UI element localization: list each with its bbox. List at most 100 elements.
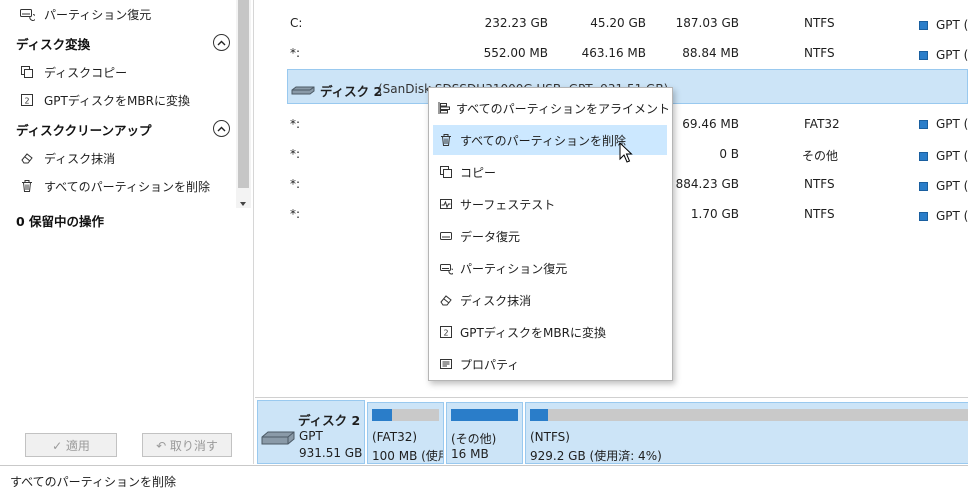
partition-filesystem: NTFS bbox=[804, 46, 835, 60]
partition-used: 463.16 MB bbox=[581, 46, 646, 60]
partition-filesystem: NTFS bbox=[804, 207, 835, 221]
apply-button[interactable]: ✓ 適用 bbox=[25, 433, 117, 457]
svg-text:2: 2 bbox=[25, 97, 30, 106]
partition-capacity: 232.23 GB bbox=[484, 16, 548, 30]
menu-item-align-all-partitions[interactable]: すべてのパーティションをアライメント bbox=[433, 93, 670, 123]
sidebar-item-delete-all-partitions[interactable]: すべてのパーティションを削除 bbox=[18, 175, 210, 197]
partition-used: 45.20 GB bbox=[590, 16, 646, 30]
menu-item-label: データ復元 bbox=[460, 229, 521, 244]
partition-type: GPT (復元 bbox=[919, 207, 968, 224]
eraser-icon bbox=[437, 291, 455, 309]
usage-bar bbox=[372, 409, 439, 421]
partition-type: GPT (予約 bbox=[919, 147, 968, 164]
chevron-up-circle-icon[interactable] bbox=[213, 120, 230, 137]
copy-icon bbox=[18, 63, 36, 81]
pending-operations: 0 保留中の操作 bbox=[16, 213, 105, 229]
partition-type: GPT (デー bbox=[919, 177, 968, 194]
convert-disk-icon: 2 bbox=[437, 323, 455, 341]
partition-type: GPT (復元 bbox=[919, 46, 968, 63]
group-disk-convert-title: ディスク変換 bbox=[16, 36, 91, 52]
convert-disk-icon: 2 bbox=[18, 91, 36, 109]
group-disk-cleanup-title: ディスククリーンアップ bbox=[16, 122, 152, 138]
partition-color-icon bbox=[919, 21, 928, 30]
partition-color-icon bbox=[919, 120, 928, 129]
menu-item-gpt-to-mbr[interactable]: 2 GPTディスクをMBRに変換 bbox=[433, 317, 667, 347]
sidebar-item-disk-wipe[interactable]: ディスク抹消 bbox=[18, 147, 115, 169]
partition-free: 1.70 GB bbox=[690, 207, 739, 221]
partition-filesystem: その他 bbox=[802, 149, 839, 163]
sidebar-item-label: GPTディスクをMBRに変換 bbox=[44, 93, 190, 108]
disk-map-partition[interactable]: (その他) 16 MB bbox=[446, 402, 523, 464]
disk-map-disk-tile[interactable]: ディスク 2 GPT 931.51 GB bbox=[257, 400, 365, 464]
partition-size: 16 MB bbox=[451, 447, 489, 461]
partition-free: 0 B bbox=[719, 147, 739, 161]
partition-color-icon bbox=[919, 152, 928, 161]
disk-map-disk-size: 931.51 GB bbox=[299, 446, 363, 460]
undo-button[interactable]: ↶ 取り消す bbox=[142, 433, 232, 457]
partition-color-icon bbox=[919, 212, 928, 221]
disk-drive-icon bbox=[261, 431, 295, 448]
surface-test-icon bbox=[437, 195, 455, 213]
partition-filesystem: (FAT32) bbox=[372, 430, 418, 444]
menu-item-label: プロパティ bbox=[460, 357, 520, 372]
trash-icon bbox=[437, 131, 455, 149]
partition-recovery-icon bbox=[18, 5, 36, 23]
menu-item-surface-test[interactable]: サーフェステスト bbox=[433, 189, 667, 219]
menu-item-label: コピー bbox=[460, 165, 497, 180]
menu-item-label: GPTディスクをMBRに変換 bbox=[460, 325, 606, 340]
chevron-up-circle-icon[interactable] bbox=[213, 34, 230, 51]
sidebar-item-label: ディスク抹消 bbox=[44, 151, 116, 166]
partition-free: 187.03 GB bbox=[675, 16, 739, 30]
partition-name: *: bbox=[290, 147, 301, 161]
partition-filesystem: FAT32 bbox=[804, 117, 840, 131]
disk-map-partition[interactable]: (NTFS) 929.2 GB (使用済: 4%) bbox=[525, 402, 968, 464]
disk-map: ディスク 2 GPT 931.51 GB (FAT32) 100 MB (使用 … bbox=[255, 397, 968, 465]
menu-item-partition-recovery[interactable]: パーティション復元 bbox=[433, 253, 667, 283]
menu-item-label: パーティション復元 bbox=[460, 261, 568, 276]
table-row[interactable]: C: 232.23 GB 45.20 GB 187.03 GB NTFS GPT… bbox=[255, 8, 968, 38]
scrollbar-thumb[interactable] bbox=[238, 0, 249, 188]
menu-item-data-recovery[interactable]: データ復元 bbox=[433, 221, 667, 251]
sidebar-item-partition-recovery[interactable]: パーティション復元 bbox=[18, 3, 151, 25]
status-bar: すべてのパーティションを削除 bbox=[0, 465, 968, 493]
partition-type: GPT (EFI bbox=[919, 117, 968, 131]
menu-item-label: すべてのパーティションを削除 bbox=[460, 133, 626, 148]
copy-icon bbox=[437, 163, 455, 181]
disk-map-partition[interactable]: (FAT32) 100 MB (使用 bbox=[367, 402, 444, 464]
usage-bar bbox=[530, 409, 968, 421]
partition-free: 884.23 GB bbox=[675, 177, 739, 191]
trash-icon bbox=[18, 177, 36, 195]
partition-color-icon bbox=[919, 51, 928, 60]
table-row[interactable]: *: 552.00 MB 463.16 MB 88.84 MB NTFS GPT… bbox=[255, 38, 968, 68]
menu-item-label: サーフェステスト bbox=[460, 197, 556, 212]
properties-icon bbox=[437, 355, 455, 373]
disk-map-disk-name: ディスク 2 bbox=[298, 413, 361, 428]
usage-bar bbox=[451, 409, 518, 421]
partition-size: 100 MB (使用 bbox=[372, 449, 444, 463]
sidebar-item-disk-copy[interactable]: ディスクコピー bbox=[18, 61, 127, 83]
partition-size: 929.2 GB (使用済: 4%) bbox=[530, 449, 662, 463]
mouse-cursor-icon bbox=[619, 141, 633, 167]
partition-filesystem: (NTFS) bbox=[530, 430, 570, 444]
eraser-icon bbox=[18, 149, 36, 167]
sidebar-item-gpt-to-mbr[interactable]: 2 GPTディスクをMBRに変換 bbox=[18, 89, 190, 111]
disk-label: ディスク 2 bbox=[320, 84, 383, 99]
sidebar-item-label: パーティション復元 bbox=[44, 7, 152, 22]
data-recovery-icon bbox=[437, 227, 455, 245]
menu-item-properties[interactable]: プロパティ bbox=[433, 349, 667, 379]
partition-name: C: bbox=[290, 16, 303, 30]
menu-item-disk-wipe[interactable]: ディスク抹消 bbox=[433, 285, 667, 315]
usage-bar-fill bbox=[372, 409, 393, 421]
menu-item-label: すべてのパーティションをアライメント bbox=[456, 101, 670, 116]
sidebar-item-label: すべてのパーティションを削除 bbox=[44, 179, 210, 194]
context-menu: すべてのパーティションをアライメント すべてのパーティションを削除 コピー サー… bbox=[428, 87, 673, 381]
disk-map-disk-type: GPT bbox=[299, 429, 323, 443]
usage-bar-fill bbox=[530, 409, 548, 421]
partition-name: *: bbox=[290, 46, 301, 60]
scroll-down-arrow-icon[interactable] bbox=[240, 202, 246, 206]
partition-recovery-icon bbox=[437, 259, 455, 277]
status-text: すべてのパーティションを削除 bbox=[10, 475, 176, 489]
partition-filesystem: (その他) bbox=[451, 432, 497, 446]
sidebar-scrollbar[interactable] bbox=[236, 0, 251, 208]
align-icon bbox=[437, 99, 451, 117]
